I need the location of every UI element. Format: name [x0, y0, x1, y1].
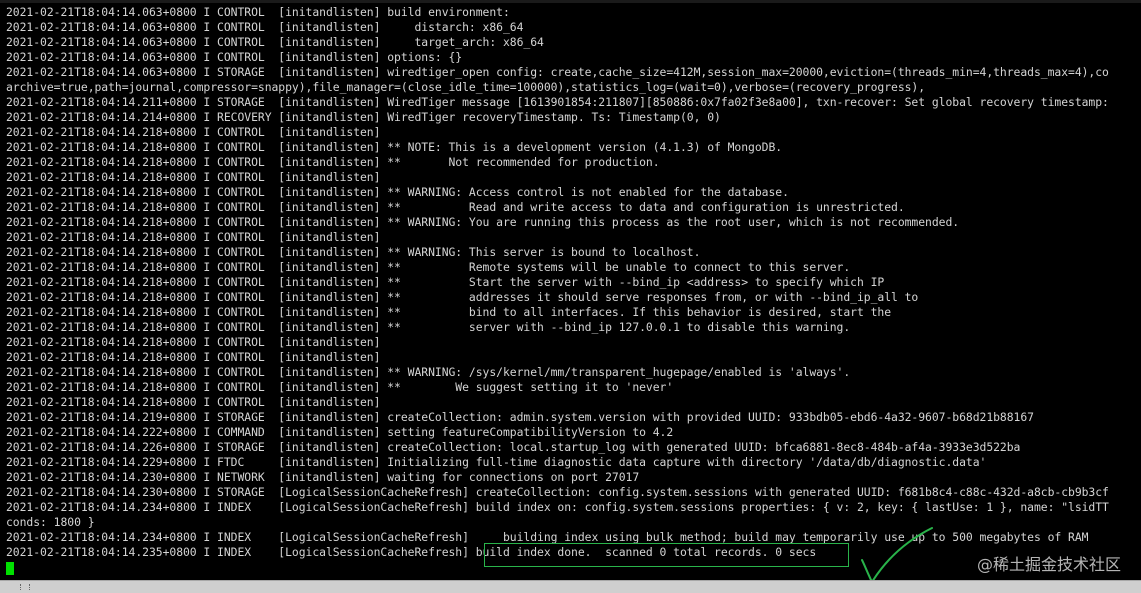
terminal-line: 2021-02-21T18:04:14.229+0800 I FTDC [ini… — [6, 455, 987, 469]
terminal-output: 2021-02-21T18:04:14.063+0800 I CONTROL [… — [6, 5, 1109, 560]
terminal-line: 2021-02-21T18:04:14.218+0800 I CONTROL [… — [6, 335, 381, 349]
terminal-line: 2021-02-21T18:04:14.218+0800 I CONTROL [… — [6, 215, 960, 229]
window-top-strip — [0, 0, 1141, 3]
terminal-cursor — [6, 562, 14, 575]
status-bar — [0, 580, 1141, 593]
terminal-line: 2021-02-21T18:04:14.235+0800 I INDEX [Lo… — [6, 545, 817, 559]
terminal-line: 2021-02-21T18:04:14.063+0800 I CONTROL [… — [6, 5, 510, 19]
terminal-line: 2021-02-21T18:04:14.218+0800 I CONTROL [… — [6, 350, 381, 364]
terminal-line: 2021-02-21T18:04:14.222+0800 I COMMAND [… — [6, 425, 674, 439]
terminal-line: 2021-02-21T18:04:14.214+0800 I RECOVERY … — [6, 110, 721, 124]
terminal-line: 2021-02-21T18:04:14.218+0800 I CONTROL [… — [6, 170, 381, 184]
terminal-line: 2021-02-21T18:04:14.063+0800 I CONTROL [… — [6, 35, 544, 49]
terminal-line: 2021-02-21T18:04:14.219+0800 I STORAGE [… — [6, 410, 1034, 424]
terminal-line: 2021-02-21T18:04:14.218+0800 I CONTROL [… — [6, 290, 919, 304]
grip-icon[interactable] — [20, 584, 30, 590]
terminal-line: 2021-02-21T18:04:14.230+0800 I NETWORK [… — [6, 470, 640, 484]
terminal-window[interactable]: 2021-02-21T18:04:14.063+0800 I CONTROL [… — [0, 0, 1141, 580]
terminal-line: 2021-02-21T18:04:14.218+0800 I CONTROL [… — [6, 125, 381, 139]
terminal-line: 2021-02-21T18:04:14.218+0800 I CONTROL [… — [6, 230, 381, 244]
terminal-line: 2021-02-21T18:04:14.218+0800 I CONTROL [… — [6, 140, 783, 154]
terminal-line: 2021-02-21T18:04:14.218+0800 I CONTROL [… — [6, 305, 892, 319]
terminal-line: 2021-02-21T18:04:14.218+0800 I CONTROL [… — [6, 260, 851, 274]
terminal-line: 2021-02-21T18:04:14.218+0800 I CONTROL [… — [6, 155, 660, 169]
terminal-line: 2021-02-21T18:04:14.218+0800 I CONTROL [… — [6, 185, 789, 199]
terminal-line: 2021-02-21T18:04:14.218+0800 I CONTROL [… — [6, 395, 381, 409]
terminal-line: 2021-02-21T18:04:14.218+0800 I CONTROL [… — [6, 275, 885, 289]
terminal-line: 2021-02-21T18:04:14.063+0800 I STORAGE [… — [6, 65, 1109, 79]
terminal-line: archive=true,path=journal,compressor=sna… — [6, 80, 926, 94]
terminal-line: 2021-02-21T18:04:14.218+0800 I CONTROL [… — [6, 320, 851, 334]
terminal-line: 2021-02-21T18:04:14.230+0800 I STORAGE [… — [6, 485, 1109, 499]
terminal-line: 2021-02-21T18:04:14.218+0800 I CONTROL [… — [6, 200, 905, 214]
watermark: @稀土掘金技术社区 — [976, 555, 1121, 574]
terminal-line: 2021-02-21T18:04:14.218+0800 I CONTROL [… — [6, 245, 701, 259]
terminal-line: 2021-02-21T18:04:14.226+0800 I STORAGE [… — [6, 440, 1021, 454]
terminal-line: 2021-02-21T18:04:14.211+0800 I STORAGE [… — [6, 95, 1109, 109]
terminal-line: 2021-02-21T18:04:14.063+0800 I CONTROL [… — [6, 20, 524, 34]
terminal-line: 2021-02-21T18:04:14.218+0800 I CONTROL [… — [6, 380, 674, 394]
terminal-line: 2021-02-21T18:04:14.234+0800 I INDEX [Lo… — [6, 500, 1109, 514]
terminal-line: 2021-02-21T18:04:14.234+0800 I INDEX [Lo… — [6, 530, 1089, 544]
terminal-line: 2021-02-21T18:04:14.218+0800 I CONTROL [… — [6, 365, 851, 379]
terminal-line: conds: 1800 } — [6, 515, 95, 529]
terminal-line: 2021-02-21T18:04:14.063+0800 I CONTROL [… — [6, 50, 463, 64]
